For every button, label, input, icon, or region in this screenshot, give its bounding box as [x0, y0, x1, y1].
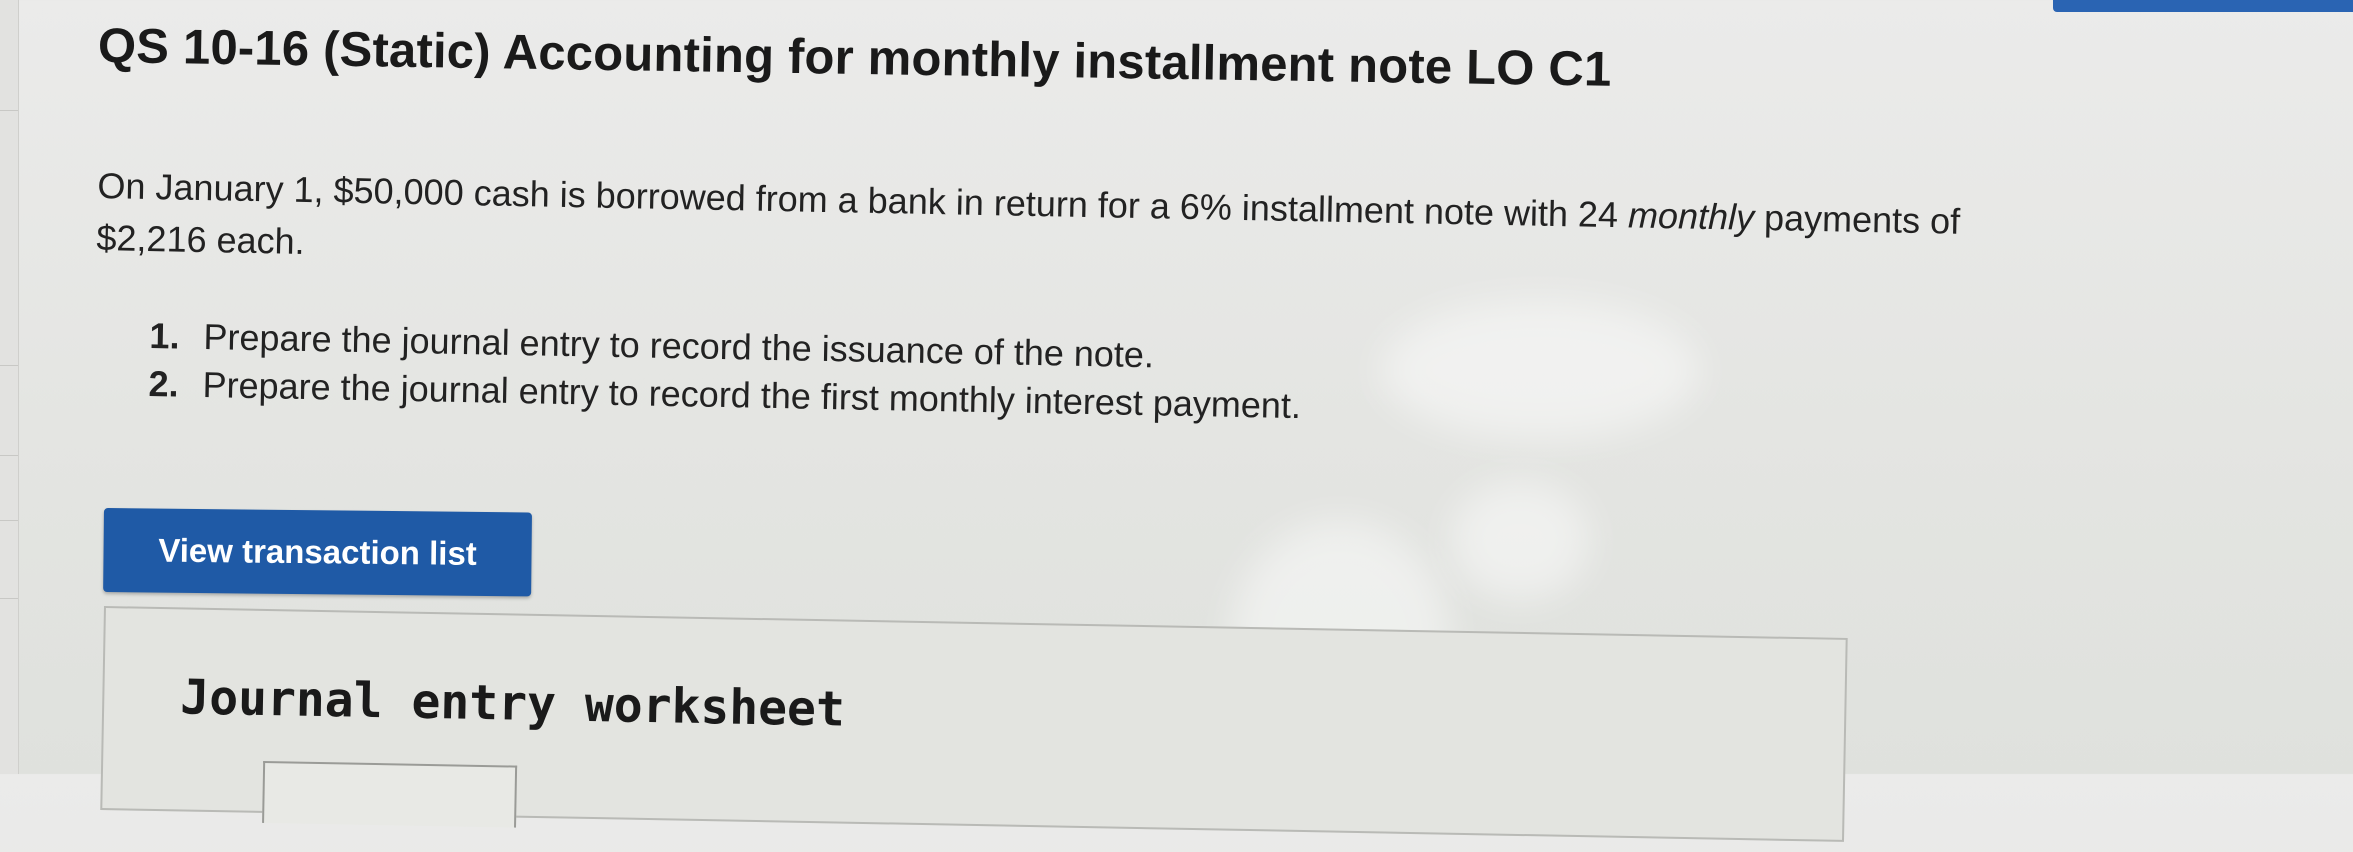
edge-divider: [0, 365, 18, 366]
screen-glare: [1450, 480, 1590, 600]
screen-glare: [1380, 300, 1700, 440]
problem-emphasis: monthly: [1627, 194, 1755, 238]
requirements-list: 1. Prepare the journal entry to record th…: [148, 312, 1302, 430]
worksheet-heading: Journal entry worksheet: [179, 669, 846, 738]
edge-divider: [0, 598, 18, 599]
problem-text-line2: $2,216 each.: [96, 216, 306, 262]
problem-text-end: payments of: [1753, 196, 1961, 242]
requirement-number: 2.: [148, 362, 180, 405]
top-accent-bar: [2053, 0, 2353, 12]
problem-text: On January 1, $50,000 cash is borrowed f…: [97, 164, 1629, 236]
worksheet-tab[interactable]: [262, 760, 518, 828]
requirement-number: 1.: [149, 314, 180, 357]
left-page-edge: [0, 0, 19, 774]
problem-statement: On January 1, $50,000 cash is borrowed f…: [96, 160, 1961, 300]
journal-entry-worksheet-panel: Journal entry worksheet: [100, 606, 1848, 842]
edge-divider: [0, 455, 18, 456]
edge-divider: [0, 520, 18, 521]
question-title: QS 10-16 (Static) Accounting for monthly…: [97, 19, 1612, 97]
edge-divider: [0, 110, 18, 111]
view-transaction-list-button[interactable]: View transaction list: [103, 508, 532, 597]
